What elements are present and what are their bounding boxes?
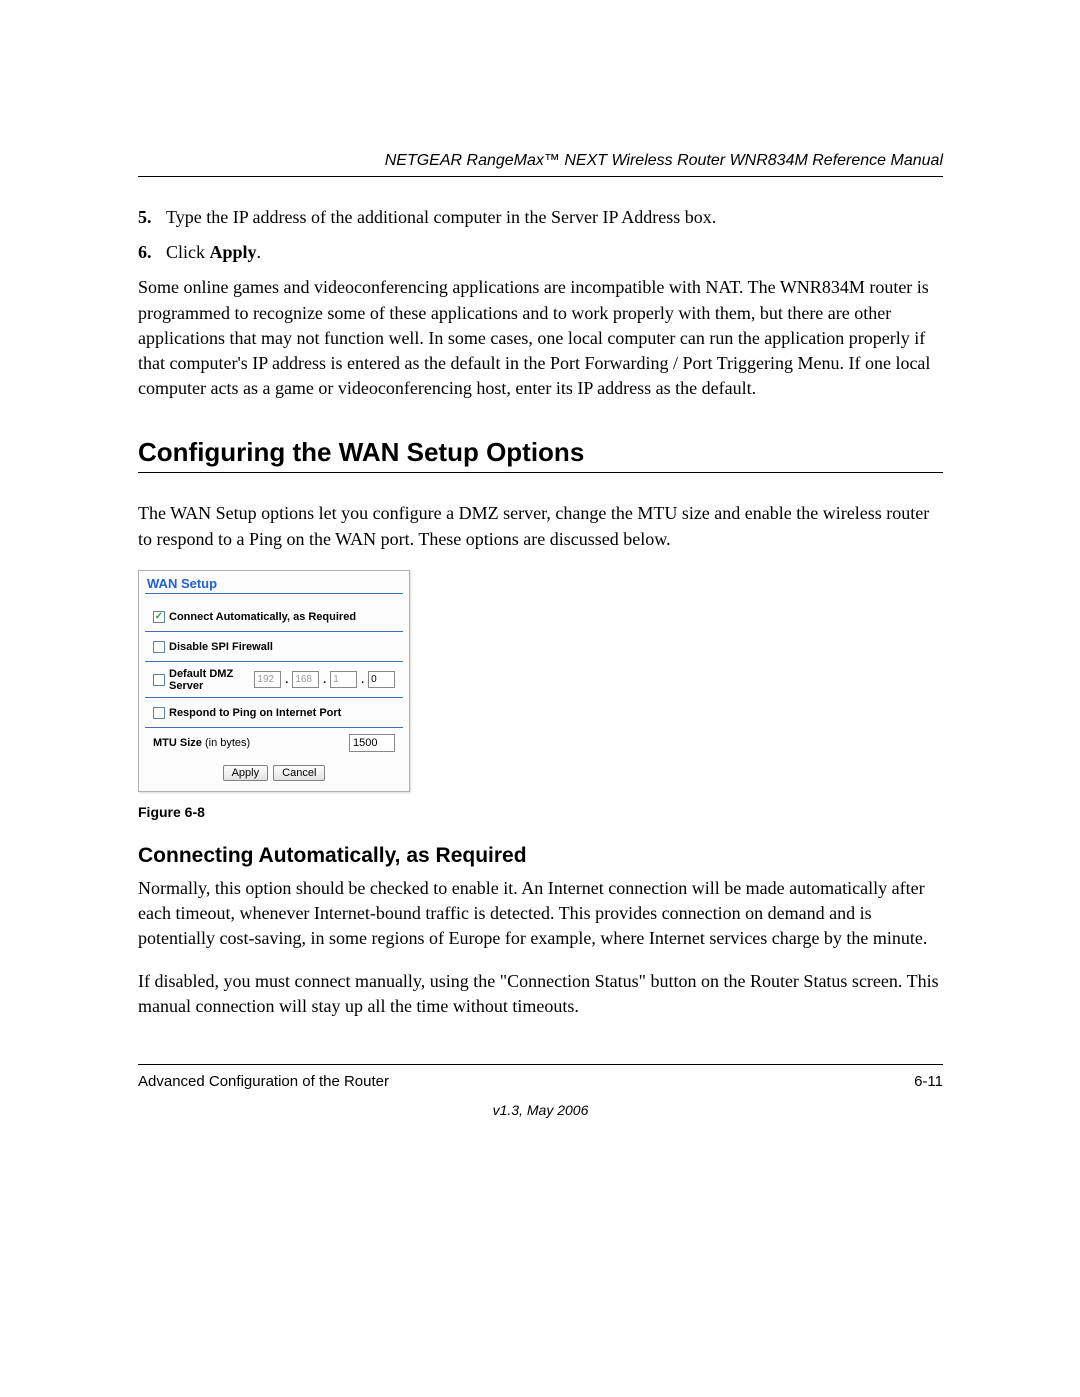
- step-6-bold: Apply: [210, 242, 257, 262]
- wan-title: WAN Setup: [139, 571, 409, 593]
- checkbox-disable-spi[interactable]: [153, 641, 165, 653]
- figure-caption: Figure 6-8: [138, 804, 943, 820]
- dmz-ip-d[interactable]: 0: [368, 671, 395, 688]
- footer-page: 6-11: [914, 1073, 943, 1090]
- paragraph-connect-auto-1: Normally, this option should be checked …: [138, 876, 943, 952]
- label-dmz: Default DMZ Server: [169, 668, 250, 692]
- apply-button[interactable]: Apply: [223, 765, 269, 781]
- wan-buttons: Apply Cancel: [139, 757, 409, 791]
- paragraph-wan-intro: The WAN Setup options let you configure …: [138, 501, 943, 551]
- label-mtu: MTU Size (in bytes): [153, 737, 250, 749]
- paragraph-connect-auto-2: If disabled, you must connect manually, …: [138, 969, 943, 1019]
- footer: Advanced Configuration of the Router 6-1…: [138, 1064, 943, 1118]
- footer-section: Advanced Configuration of the Router: [138, 1073, 389, 1090]
- step-5-text: Type the IP address of the additional co…: [166, 205, 716, 230]
- label-connect-auto: Connect Automatically, as Required: [169, 611, 356, 623]
- step-6-text: Click Apply.: [166, 240, 261, 265]
- wan-row-connect-auto: Connect Automatically, as Required: [145, 602, 403, 632]
- step-5-num: 5.: [138, 205, 166, 230]
- dmz-ip-b[interactable]: 168: [292, 671, 319, 688]
- mtu-input[interactable]: 1500: [349, 734, 395, 752]
- wan-setup-figure: WAN Setup Connect Automatically, as Requ…: [138, 570, 410, 792]
- footer-version: v1.3, May 2006: [138, 1102, 943, 1118]
- wan-row-ping: Respond to Ping on Internet Port: [145, 698, 403, 728]
- step-6-prefix: Click: [166, 242, 210, 262]
- doc-header: NETGEAR RangeMax™ NEXT Wireless Router W…: [138, 152, 943, 177]
- step-6-num: 6.: [138, 240, 166, 265]
- paragraph-nat: Some online games and videoconferencing …: [138, 275, 943, 401]
- label-ping: Respond to Ping on Internet Port: [169, 707, 341, 719]
- heading-wan-setup: Configuring the WAN Setup Options: [138, 437, 943, 473]
- step-6: 6. Click Apply.: [138, 240, 943, 265]
- dmz-ip-c[interactable]: 1: [330, 671, 357, 688]
- step-6-suffix: .: [257, 242, 262, 262]
- step-5: 5. Type the IP address of the additional…: [138, 205, 943, 230]
- checkbox-dmz[interactable]: [153, 674, 165, 686]
- wan-row-disable-spi: Disable SPI Firewall: [145, 632, 403, 662]
- wan-row-dmz: Default DMZ Server 192. 168. 1. 0: [145, 662, 403, 698]
- dmz-ip-a[interactable]: 192: [254, 671, 281, 688]
- label-disable-spi: Disable SPI Firewall: [169, 641, 273, 653]
- checkbox-connect-auto[interactable]: [153, 611, 165, 623]
- wan-row-mtu: MTU Size (in bytes) 1500: [145, 728, 403, 757]
- heading-connect-auto: Connecting Automatically, as Required: [138, 844, 943, 868]
- checkbox-ping[interactable]: [153, 707, 165, 719]
- steps-list: 5. Type the IP address of the additional…: [138, 205, 943, 265]
- cancel-button[interactable]: Cancel: [273, 765, 325, 781]
